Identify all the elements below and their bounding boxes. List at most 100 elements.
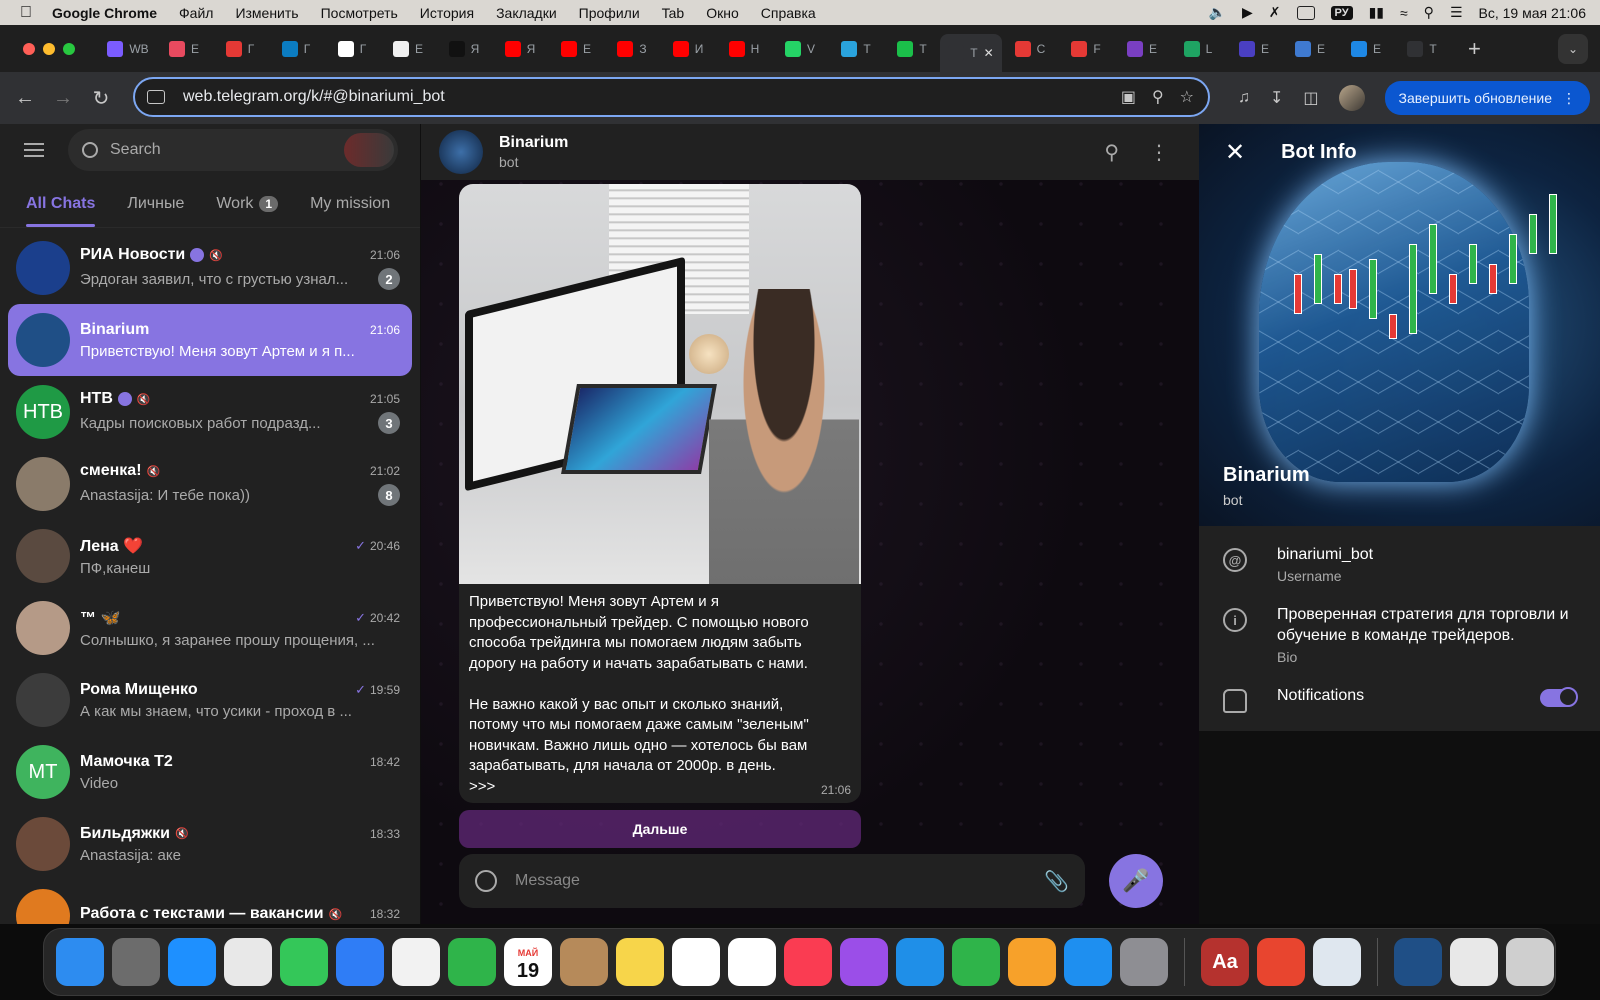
inline-keyboard-button[interactable]: Дальше <box>459 810 861 848</box>
dock-appstore-icon[interactable] <box>1064 938 1112 986</box>
browser-tab[interactable]: E <box>1338 31 1394 67</box>
chat-list-item[interactable]: Работа с текстами — вакансии 🔇 18:32 <box>8 880 412 924</box>
chat-list-item[interactable]: НТВ НТВ 🔇 21:05 Кадры поисковых работ подраз… <box>8 376 412 448</box>
tab-search-button[interactable]: ⌄ <box>1558 34 1588 64</box>
dock-finder-icon[interactable] <box>56 938 104 986</box>
menubar-item[interactable]: Окно <box>706 5 739 21</box>
zoom-icon[interactable]: ⚲ <box>1152 87 1164 107</box>
dock-dictionary-icon[interactable]: Aa <box>1201 938 1249 986</box>
install-app-icon[interactable]: ▣ <box>1121 87 1136 107</box>
chat-title[interactable]: Binarium <box>499 134 568 152</box>
control-center-icon[interactable]: ☰ <box>1450 4 1463 21</box>
side-panel-icon[interactable]: ◫ <box>1303 88 1318 108</box>
main-menu-icon[interactable] <box>24 143 44 157</box>
menubar-item[interactable]: История <box>420 5 474 21</box>
folder-tab[interactable]: All Chats <box>26 195 96 227</box>
forward-button[interactable]: → <box>44 87 82 110</box>
browser-tab[interactable]: C <box>1002 31 1058 67</box>
browser-tab[interactable]: E <box>1282 31 1338 67</box>
notifications-toggle[interactable] <box>1540 687 1578 707</box>
dock-photos-icon[interactable] <box>392 938 440 986</box>
chat-avatar[interactable] <box>439 130 483 174</box>
folder-tab[interactable]: My mission <box>310 195 390 227</box>
zoom-window-button[interactable] <box>63 42 75 55</box>
browser-tab-active[interactable]: T ✕ <box>940 34 1002 72</box>
message-input[interactable] <box>515 872 1045 890</box>
browser-tab[interactable]: Н <box>716 31 772 67</box>
voice-record-button[interactable]: 🎤 <box>1109 854 1163 908</box>
chat-list-item[interactable]: Бильдяжки 🔇 18:33 Anastasija: аке <box>8 808 412 880</box>
emoji-icon[interactable] <box>475 870 497 892</box>
finish-update-button[interactable]: Завершить обновление ⋮ <box>1384 81 1590 115</box>
browser-tab[interactable]: E <box>1114 31 1170 67</box>
menubar-item[interactable]: Профили <box>579 5 640 21</box>
folder-tab[interactable]: Work 1 <box>216 195 279 227</box>
browser-tab[interactable]: Я <box>492 31 548 67</box>
dock-preview-icon[interactable] <box>1313 938 1361 986</box>
folder-tab[interactable]: Личные <box>127 195 184 227</box>
browser-tab[interactable]: T <box>884 31 940 67</box>
dock-launchpad-icon[interactable] <box>112 938 160 986</box>
more-vert-icon[interactable]: ⋮ <box>1149 140 1169 165</box>
dock-window-doc-icon[interactable] <box>1450 938 1498 986</box>
chat-list-item[interactable]: МТ Мамочка Т2 18:42 Video <box>8 736 412 808</box>
menubar-app-name[interactable]: Google Chrome <box>52 5 157 21</box>
dock-messages-icon[interactable] <box>280 938 328 986</box>
attach-icon[interactable]: 📎 <box>1044 869 1085 894</box>
chat-list-item[interactable]: Рома Мищенко ✓ 19:59 А как мы знаем, что ус… <box>8 664 412 736</box>
dock-numbers-icon[interactable] <box>952 938 1000 986</box>
dock-reminders-icon[interactable] <box>728 938 776 986</box>
downloads-icon[interactable]: ↧ <box>1270 88 1283 108</box>
browser-tab[interactable]: E <box>548 31 604 67</box>
browser-tab[interactable]: L <box>1170 31 1226 67</box>
address-bar[interactable]: web.telegram.org/k/#@binariumi_bot ▣ ⚲ ☆ <box>133 77 1210 117</box>
dock-settings-icon[interactable] <box>1120 938 1168 986</box>
bookmark-star-icon[interactable]: ☆ <box>1180 87 1194 107</box>
chat-list-item[interactable]: Binarium 21:06 Приветствую! Меня зовут Арт… <box>8 304 412 376</box>
dock-chrome-icon[interactable] <box>224 938 272 986</box>
dock-window-binarium-icon[interactable] <box>1394 938 1442 986</box>
profile-avatar[interactable] <box>1338 85 1365 111</box>
menubar-item[interactable]: Закладки <box>496 5 557 21</box>
search-icon[interactable]: ⚲ <box>1104 140 1119 165</box>
browser-tab[interactable]: E <box>1226 31 1282 67</box>
dock-keynote-icon[interactable] <box>896 938 944 986</box>
dock-pages-icon[interactable] <box>1008 938 1056 986</box>
browser-tab[interactable]: Г <box>324 31 380 67</box>
close-window-button[interactable] <box>23 42 35 55</box>
keyboard-layout-badge[interactable]: РУ <box>1330 5 1353 20</box>
menubar-item[interactable]: Изменить <box>235 5 298 21</box>
spotlight-icon[interactable]: ⚲ <box>1424 4 1434 21</box>
apple-icon[interactable]:  <box>0 4 52 22</box>
dock-contacts-icon[interactable] <box>560 938 608 986</box>
wifi-icon[interactable]: ≈ <box>1400 5 1408 21</box>
play-icon[interactable]: ▶ <box>1242 4 1253 21</box>
chat-list-item[interactable]: ™ 🦋 ✓ 20:42 Солнышко, я заранее прошу проще… <box>8 592 412 664</box>
bluetooth-icon[interactable]: ✗ <box>1269 4 1281 21</box>
stories-avatar[interactable] <box>344 133 394 167</box>
dock-podcasts-icon[interactable] <box>840 938 888 986</box>
browser-tab[interactable]: F <box>1058 31 1114 67</box>
dock-trash-icon[interactable] <box>1506 938 1554 986</box>
browser-tab[interactable]: Я <box>436 31 492 67</box>
browser-tab[interactable]: T <box>1394 31 1450 67</box>
minimize-window-button[interactable] <box>43 42 55 55</box>
chat-list-item[interactable]: РИА Новости 🔇 21:06 Эрдоган заявил, что с г… <box>8 232 412 304</box>
browser-tab[interactable]: И <box>660 31 716 67</box>
back-button[interactable]: ← <box>6 87 44 110</box>
dock-safari-icon[interactable] <box>168 938 216 986</box>
bio-row[interactable]: i Проверенная стратегия для торговли и о… <box>1199 594 1600 675</box>
dock-facetime-icon[interactable] <box>448 938 496 986</box>
url-text[interactable]: web.telegram.org/k/#@binariumi_bot <box>183 88 445 106</box>
chat-list-item[interactable]: сменка! 🔇 21:02 Anastasija: И тебе пока)) 8 <box>8 448 412 520</box>
browser-tab[interactable]: Г <box>212 31 268 67</box>
message-bubble[interactable]: Приветствую! Меня зовут Артем и я профес… <box>459 184 861 803</box>
dock-mail-icon[interactable] <box>336 938 384 986</box>
menubar-clock[interactable]: Вс, 19 мая 21:06 <box>1479 5 1587 21</box>
close-icon[interactable]: ✕ <box>1225 138 1245 167</box>
browser-tab[interactable]: Г <box>268 31 324 67</box>
battery-icon[interactable]: ▮▮ <box>1369 4 1384 21</box>
volume-icon[interactable]: 🔈 <box>1209 4 1226 21</box>
search-input[interactable]: Search <box>68 129 398 171</box>
display-icon[interactable] <box>1296 5 1315 20</box>
